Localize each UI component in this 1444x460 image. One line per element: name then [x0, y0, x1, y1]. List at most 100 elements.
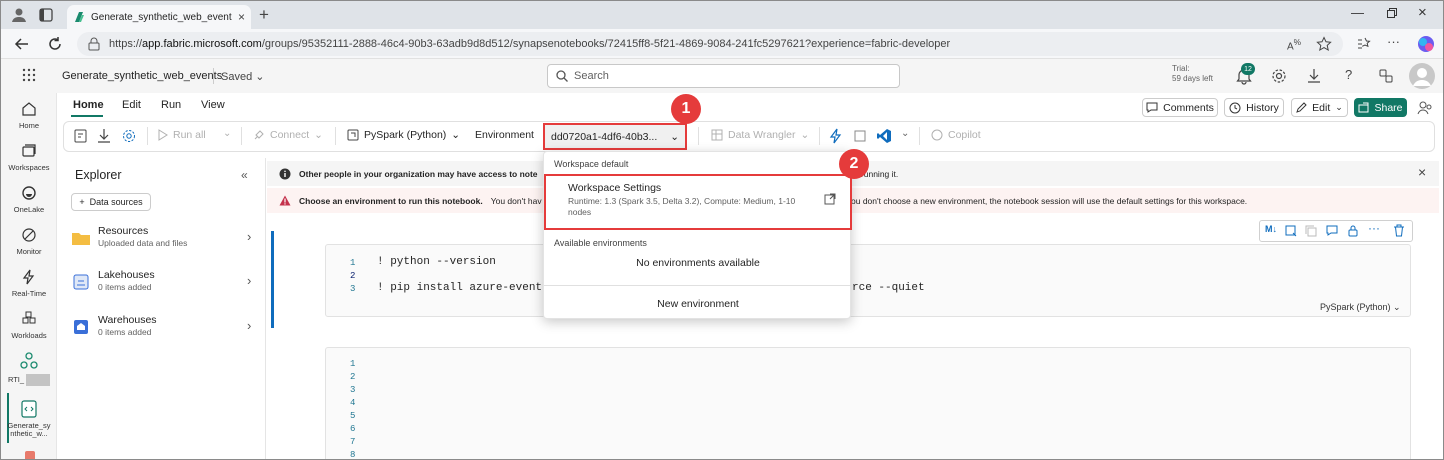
close-tab-icon[interactable]: × [238, 10, 245, 24]
site-info-icon[interactable] [87, 37, 101, 51]
favorite-star-icon[interactable] [1316, 36, 1332, 52]
feedback-icon[interactable] [1378, 68, 1394, 84]
delete-cell-icon[interactable] [1393, 224, 1405, 237]
item-icon[interactable] [25, 451, 35, 459]
restore-icon[interactable] [1387, 8, 1397, 18]
more-options-icon[interactable]: ··· [1387, 34, 1400, 49]
lock-icon[interactable] [1347, 224, 1359, 237]
explorer-item-warehouses[interactable]: Warehouses 0 items added › [71, 314, 261, 344]
redacted-block [26, 374, 51, 386]
code-cell[interactable]: 1 2 3 ! python --version ! pip install a… [325, 244, 1411, 317]
workspace-settings-option[interactable]: Workspace Settings Runtime: 1.3 (Spark 3… [544, 174, 852, 230]
explorer-item-resources[interactable]: Resources Uploaded data and files › [71, 225, 261, 255]
rail-item-onelake[interactable]: OneLake [1, 183, 57, 214]
notebook-icon [19, 399, 39, 419]
plus-icon: + [79, 197, 85, 207]
app-launcher-icon[interactable] [22, 68, 36, 82]
url-field[interactable]: https://app.fabric.microsoft.com/groups/… [77, 32, 1343, 56]
environment-dropdown-menu: Workspace default Workspace Settings Run… [543, 151, 852, 319]
copilot-label: Copilot [948, 129, 981, 141]
settings-gear-icon[interactable] [1271, 68, 1287, 84]
rail-item-workspaces[interactable]: Workspaces [1, 141, 57, 172]
app-header: Generate_synthetic_web_events Saved ⌄ Se… [1, 59, 1443, 93]
settings-icon[interactable] [121, 128, 137, 144]
data-wrangler-button[interactable]: Data Wrangler ⌄ [711, 129, 809, 141]
chevron-down-icon[interactable]: ⌄ [901, 128, 909, 139]
favorites-icon[interactable] [1355, 36, 1371, 52]
url-path: /groups/95352111-2888-46c4-90b3-63adb9d8… [261, 38, 951, 50]
open-external-icon[interactable] [824, 193, 836, 205]
history-button[interactable]: History [1224, 98, 1284, 117]
more-cell-options-icon[interactable]: ··· [1368, 221, 1380, 235]
rail-item-rti-workspace[interactable]: RTI_ [1, 351, 57, 386]
tab-edit[interactable]: Edit [122, 99, 141, 111]
tab-actions-icon[interactable] [39, 8, 53, 22]
rail-item-home[interactable]: Home [1, 99, 57, 130]
copilot-button[interactable]: Copilot [931, 129, 981, 141]
chevron-down-icon[interactable]: ⌄ [223, 128, 231, 139]
tab-home[interactable]: Home [73, 99, 104, 111]
new-environment-option[interactable]: New environment [544, 298, 852, 310]
refresh-icon[interactable] [47, 36, 63, 52]
line-number: 7 [350, 437, 356, 447]
item-name: Lakehouses [98, 269, 155, 281]
code-cell[interactable]: 1 2 3 4 5 6 7 8 [325, 347, 1411, 460]
search-input[interactable]: Search [547, 64, 900, 88]
comments-button[interactable]: Comments [1142, 98, 1218, 117]
rail-item-workloads[interactable]: Workloads [1, 309, 57, 340]
connect-button[interactable]: Connect ⌄ [253, 129, 323, 141]
share-button[interactable]: Share [1354, 98, 1407, 117]
minimize-icon[interactable]: — [1351, 5, 1364, 20]
cell-review-icon[interactable] [1285, 225, 1297, 237]
comment-cell-icon[interactable] [1326, 225, 1338, 237]
profile-icon[interactable] [11, 7, 27, 23]
line-number: 1 [350, 258, 356, 268]
avatar[interactable] [1409, 63, 1435, 89]
comment-icon [1146, 102, 1158, 113]
tab-view[interactable]: View [201, 99, 225, 111]
browser-tab-bar: Generate_synthetic_web_events - × + — × [1, 1, 1443, 29]
environment-dropdown[interactable]: dd0720a1-4df6-40b3... ⌄ [543, 123, 687, 150]
chevron-right-icon: › [247, 273, 252, 288]
trial-status[interactable]: Trial: 59 days left [1172, 64, 1213, 85]
rail-item-real-time[interactable]: Real-Time [1, 267, 57, 298]
save-status[interactable]: Saved ⌄ [221, 70, 264, 83]
collaborators-icon[interactable] [1417, 100, 1433, 116]
edit-mode-button[interactable]: Edit ⌄ [1291, 98, 1348, 117]
download-notebook-icon[interactable] [97, 128, 111, 144]
item-subtitle: 0 items added [98, 282, 152, 292]
chevron-down-icon: ⌄ [314, 129, 323, 141]
cell-language[interactable]: PySpark (Python) ⌄ [1320, 302, 1401, 313]
read-aloud-icon[interactable]: A% [1287, 37, 1301, 52]
trial-days-left: 59 days left [1172, 74, 1213, 84]
frame-icon[interactable] [853, 129, 867, 143]
download-icon[interactable] [1307, 68, 1321, 84]
rail-item-monitor[interactable]: Monitor [1, 225, 57, 256]
tab-run[interactable]: Run [161, 99, 181, 111]
browser-tab[interactable]: Generate_synthetic_web_events - × [67, 5, 251, 29]
close-window-icon[interactable]: × [1418, 4, 1427, 21]
copilot-browser-icon[interactable] [1417, 35, 1435, 53]
collapse-panel-icon[interactable]: « [241, 168, 248, 182]
play-icon [158, 129, 168, 141]
rail-item-current-notebook[interactable]: Generate_sy nthetic_w... [1, 399, 57, 439]
vscode-icon[interactable] [876, 128, 892, 144]
toolbar-divider [335, 127, 336, 145]
line-number: 8 [350, 450, 356, 460]
back-icon[interactable] [14, 36, 30, 52]
workspace-group-icon [19, 351, 39, 371]
language-dropdown[interactable]: PySpark (Python) ⌄ [347, 129, 460, 141]
notebook-name[interactable]: Generate_synthetic_web_events [62, 70, 222, 82]
item-subtitle: 0 items added [98, 327, 152, 337]
add-data-sources-button[interactable]: + Data sources [71, 193, 151, 211]
help-icon[interactable]: ? [1345, 67, 1352, 82]
markdown-toggle-icon[interactable]: M↓ [1265, 224, 1277, 234]
copy-cell-icon[interactable] [1305, 225, 1317, 237]
explorer-item-lakehouses[interactable]: Lakehouses 0 items added › [71, 269, 261, 299]
new-tab-icon[interactable]: + [259, 5, 269, 25]
notebook-settings-icon[interactable] [73, 128, 89, 144]
close-banner-icon[interactable]: × [1418, 164, 1426, 180]
run-all-button[interactable]: Run all [158, 129, 206, 141]
section-available-environments: Available environments [554, 238, 647, 248]
spark-lightning-icon[interactable] [829, 128, 843, 144]
